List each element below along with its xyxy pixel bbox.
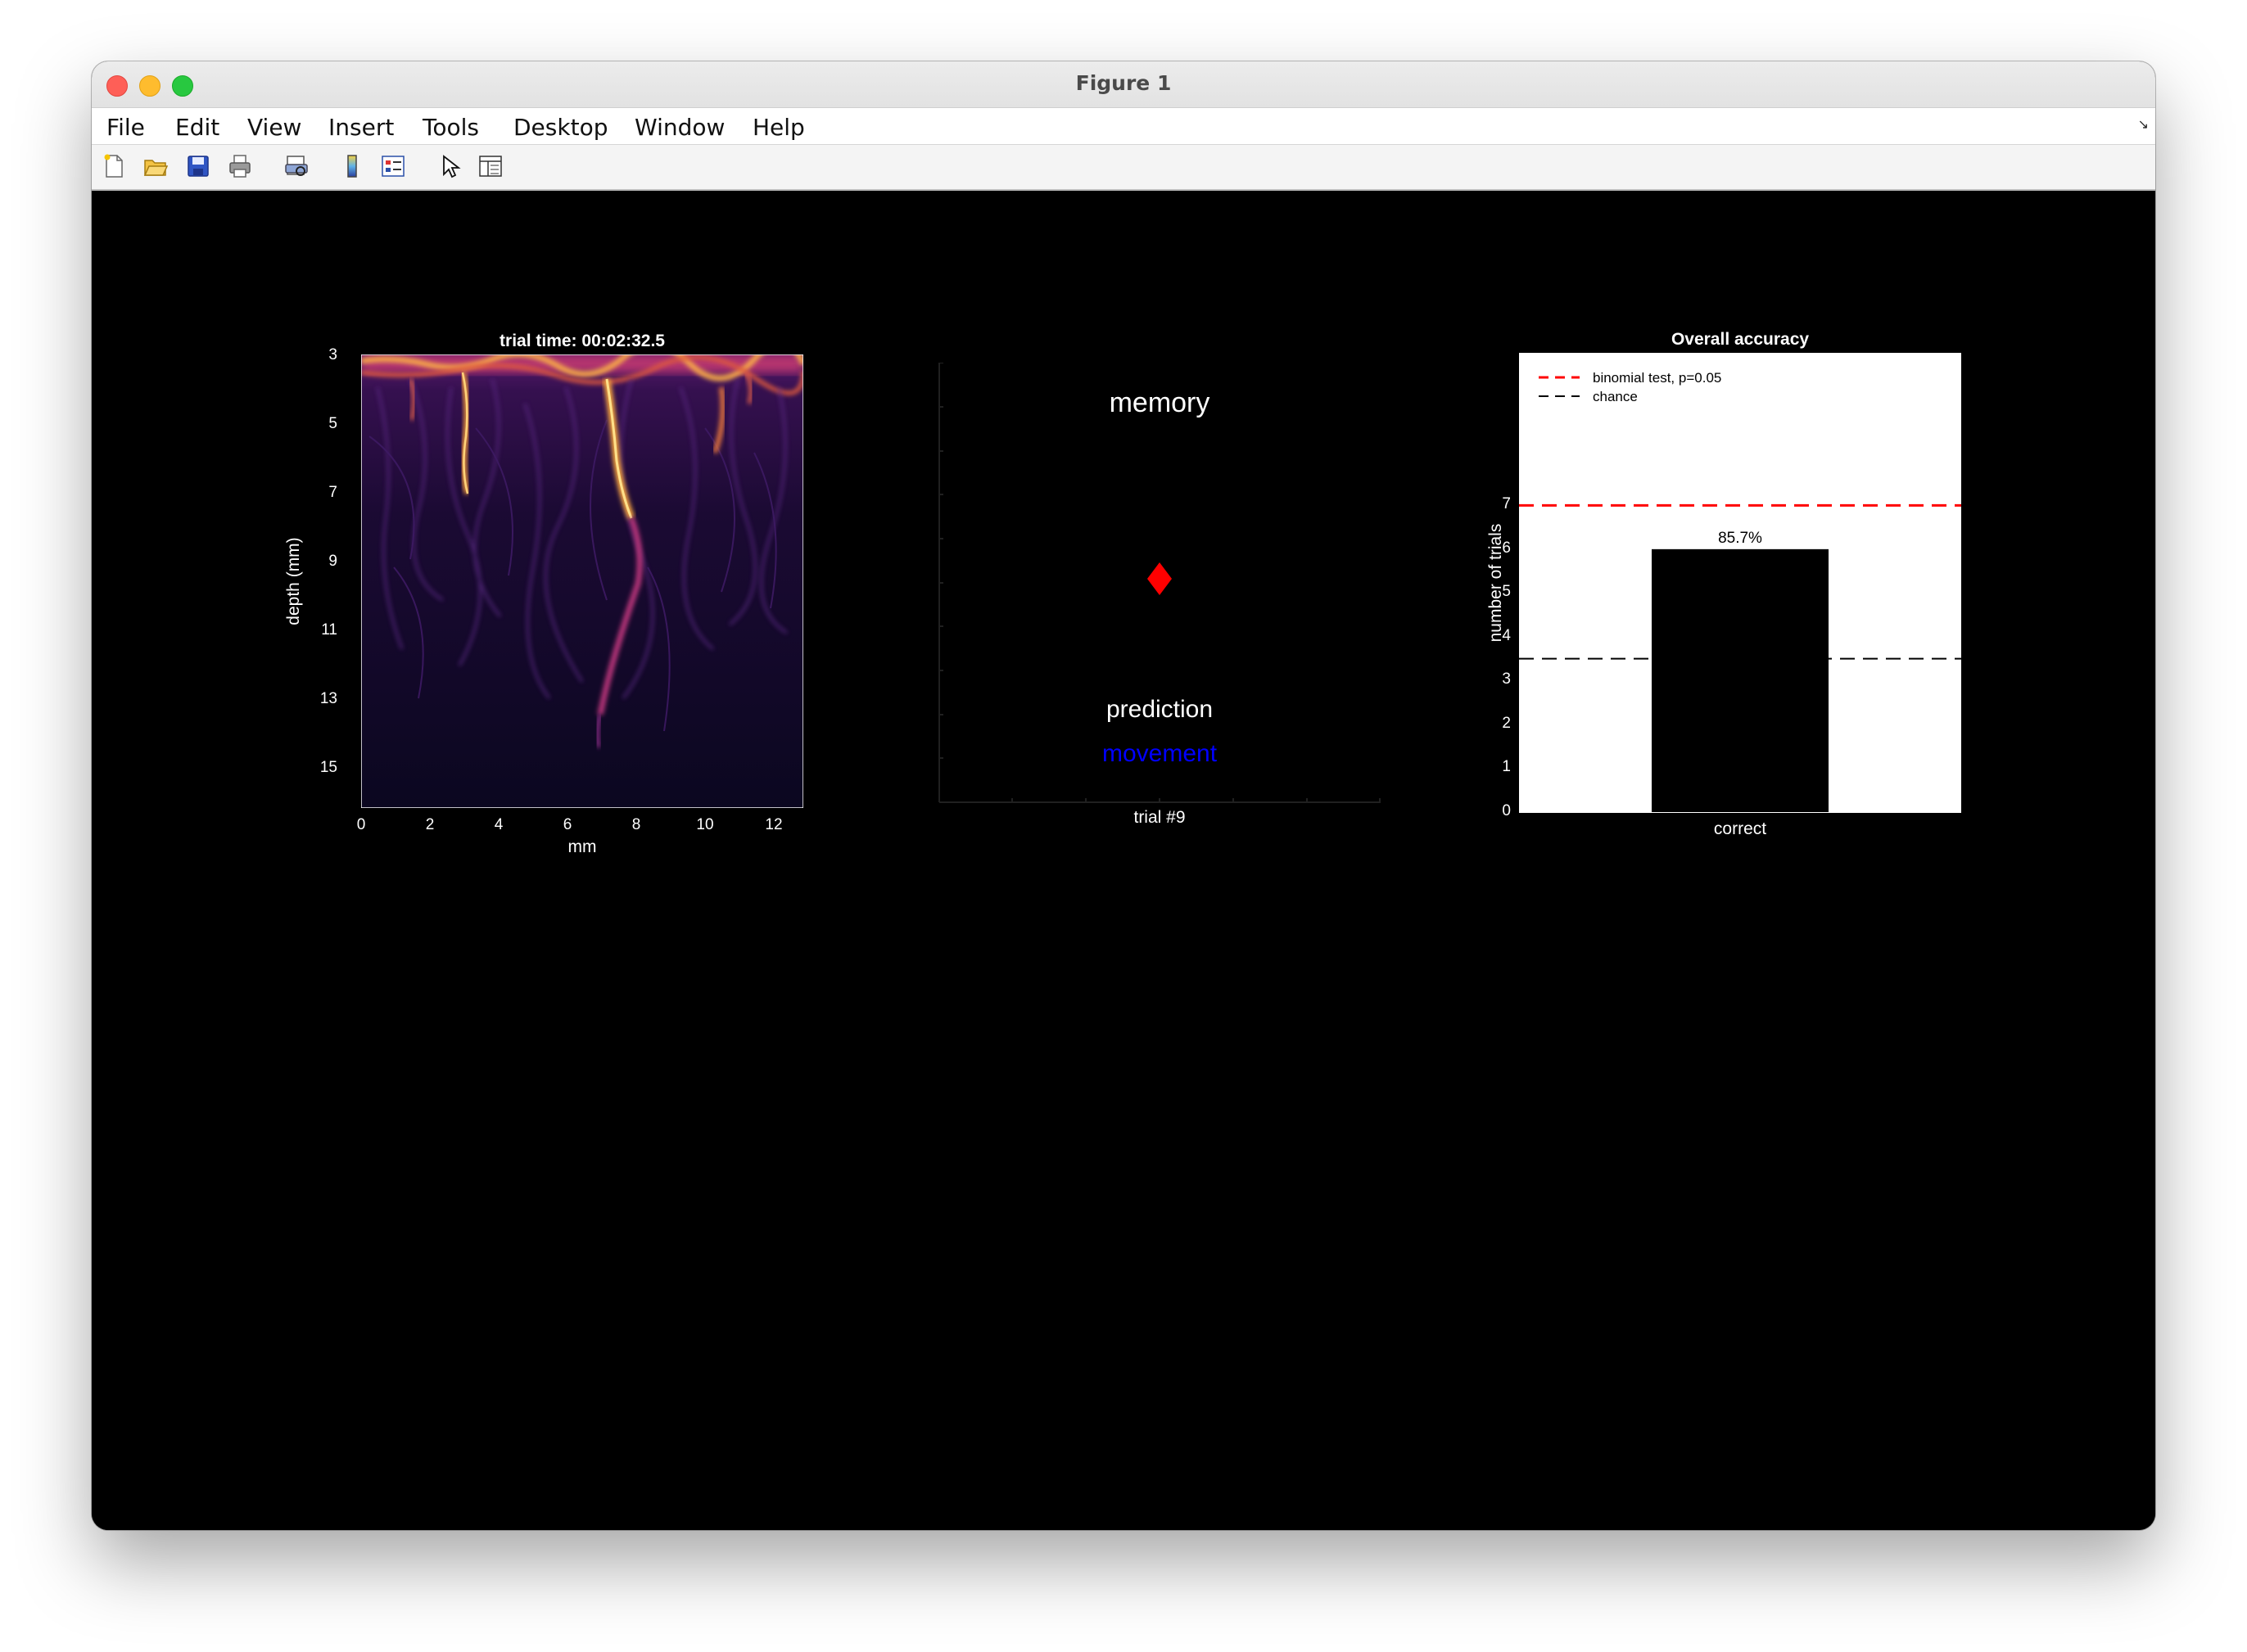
- toolbar: [92, 145, 2155, 191]
- accuracy-chart-plot: binomial test, p=0.05 chance 85.7%: [1519, 353, 1961, 813]
- menu-window[interactable]: Window: [635, 114, 725, 141]
- accuracy-chart-title: Overall accuracy: [1671, 330, 1810, 349]
- doppler-image: [361, 354, 803, 808]
- image-ytick: 7: [328, 484, 337, 501]
- image-xtick: 10: [696, 816, 714, 833]
- menu-file[interactable]: File: [106, 114, 145, 141]
- image-xtick: 2: [425, 816, 435, 833]
- image-ytick: 5: [328, 415, 337, 432]
- image-xtick: 12: [765, 816, 783, 833]
- legend-chance-label: chance: [1593, 389, 1638, 404]
- dock-arrow-icon[interactable]: ↘: [2138, 116, 2149, 133]
- image-x-label: mm: [567, 837, 597, 856]
- menu-view[interactable]: View: [247, 114, 301, 141]
- window-title: Figure 1: [1075, 71, 1172, 95]
- image-ytick: 11: [321, 621, 337, 639]
- menu-help[interactable]: Help: [753, 114, 805, 141]
- menu-bar: File Edit View Insert Tools Desktop Wind…: [92, 108, 2155, 145]
- prediction-x-label: trial #9: [1133, 808, 1186, 827]
- image-ytick: 9: [328, 553, 337, 570]
- diamond-icon: [1147, 562, 1172, 595]
- print-preview-icon[interactable]: [283, 152, 310, 180]
- menu-desktop[interactable]: Desktop: [513, 114, 608, 141]
- menu-insert[interactable]: Insert: [328, 114, 394, 141]
- accuracy-category-label: correct: [1713, 819, 1767, 838]
- image-y-label: depth (mm): [284, 537, 303, 625]
- image-ytick: 13: [319, 690, 337, 707]
- property-inspector-icon[interactable]: [477, 152, 504, 180]
- figure-canvas: trial time: 00:02:32.5 3 5 7 9 11 13 15 …: [92, 191, 2155, 1530]
- save-icon[interactable]: [184, 152, 212, 180]
- open-file-icon[interactable]: [142, 152, 170, 180]
- image-ytick: 15: [319, 759, 337, 776]
- prediction-label: prediction: [1105, 696, 1214, 723]
- image-ytick: 3: [328, 346, 337, 363]
- image-xtick: 8: [631, 816, 641, 833]
- accuracy-bar-label: 85.7%: [1718, 530, 1762, 547]
- new-figure-icon[interactable]: [100, 152, 128, 180]
- print-icon[interactable]: [226, 152, 254, 180]
- title-bar[interactable]: Figure 1: [92, 61, 2155, 108]
- accuracy-ytick: 1: [1502, 758, 1511, 776]
- accuracy-ytick: 2: [1502, 714, 1511, 732]
- legend-icon[interactable]: [379, 152, 407, 180]
- menu-edit[interactable]: Edit: [175, 114, 219, 141]
- image-plot-title: trial time: 00:02:32.5: [500, 332, 665, 350]
- pointer-icon[interactable]: [436, 152, 463, 180]
- accuracy-ytick: 0: [1502, 802, 1511, 819]
- accuracy-bar: [1652, 548, 1829, 812]
- accuracy-ytick: 3: [1502, 670, 1511, 688]
- menu-tools[interactable]: Tools: [423, 114, 479, 141]
- image-xtick: 4: [494, 816, 504, 833]
- image-xtick: 6: [563, 816, 572, 833]
- accuracy-y-label: number of trials: [1486, 523, 1505, 643]
- prediction-diamond-marker: [1147, 562, 1172, 595]
- colorbar-icon[interactable]: [338, 152, 366, 180]
- image-xtick: 0: [356, 816, 366, 833]
- figure-window: Figure 1 File Edit View Insert Tools Des…: [92, 61, 2155, 1530]
- prediction-top-label: memory: [1109, 387, 1210, 418]
- prediction-class-label: movement: [1101, 740, 1218, 767]
- legend-binomial-label: binomial test, p=0.05: [1593, 370, 1721, 386]
